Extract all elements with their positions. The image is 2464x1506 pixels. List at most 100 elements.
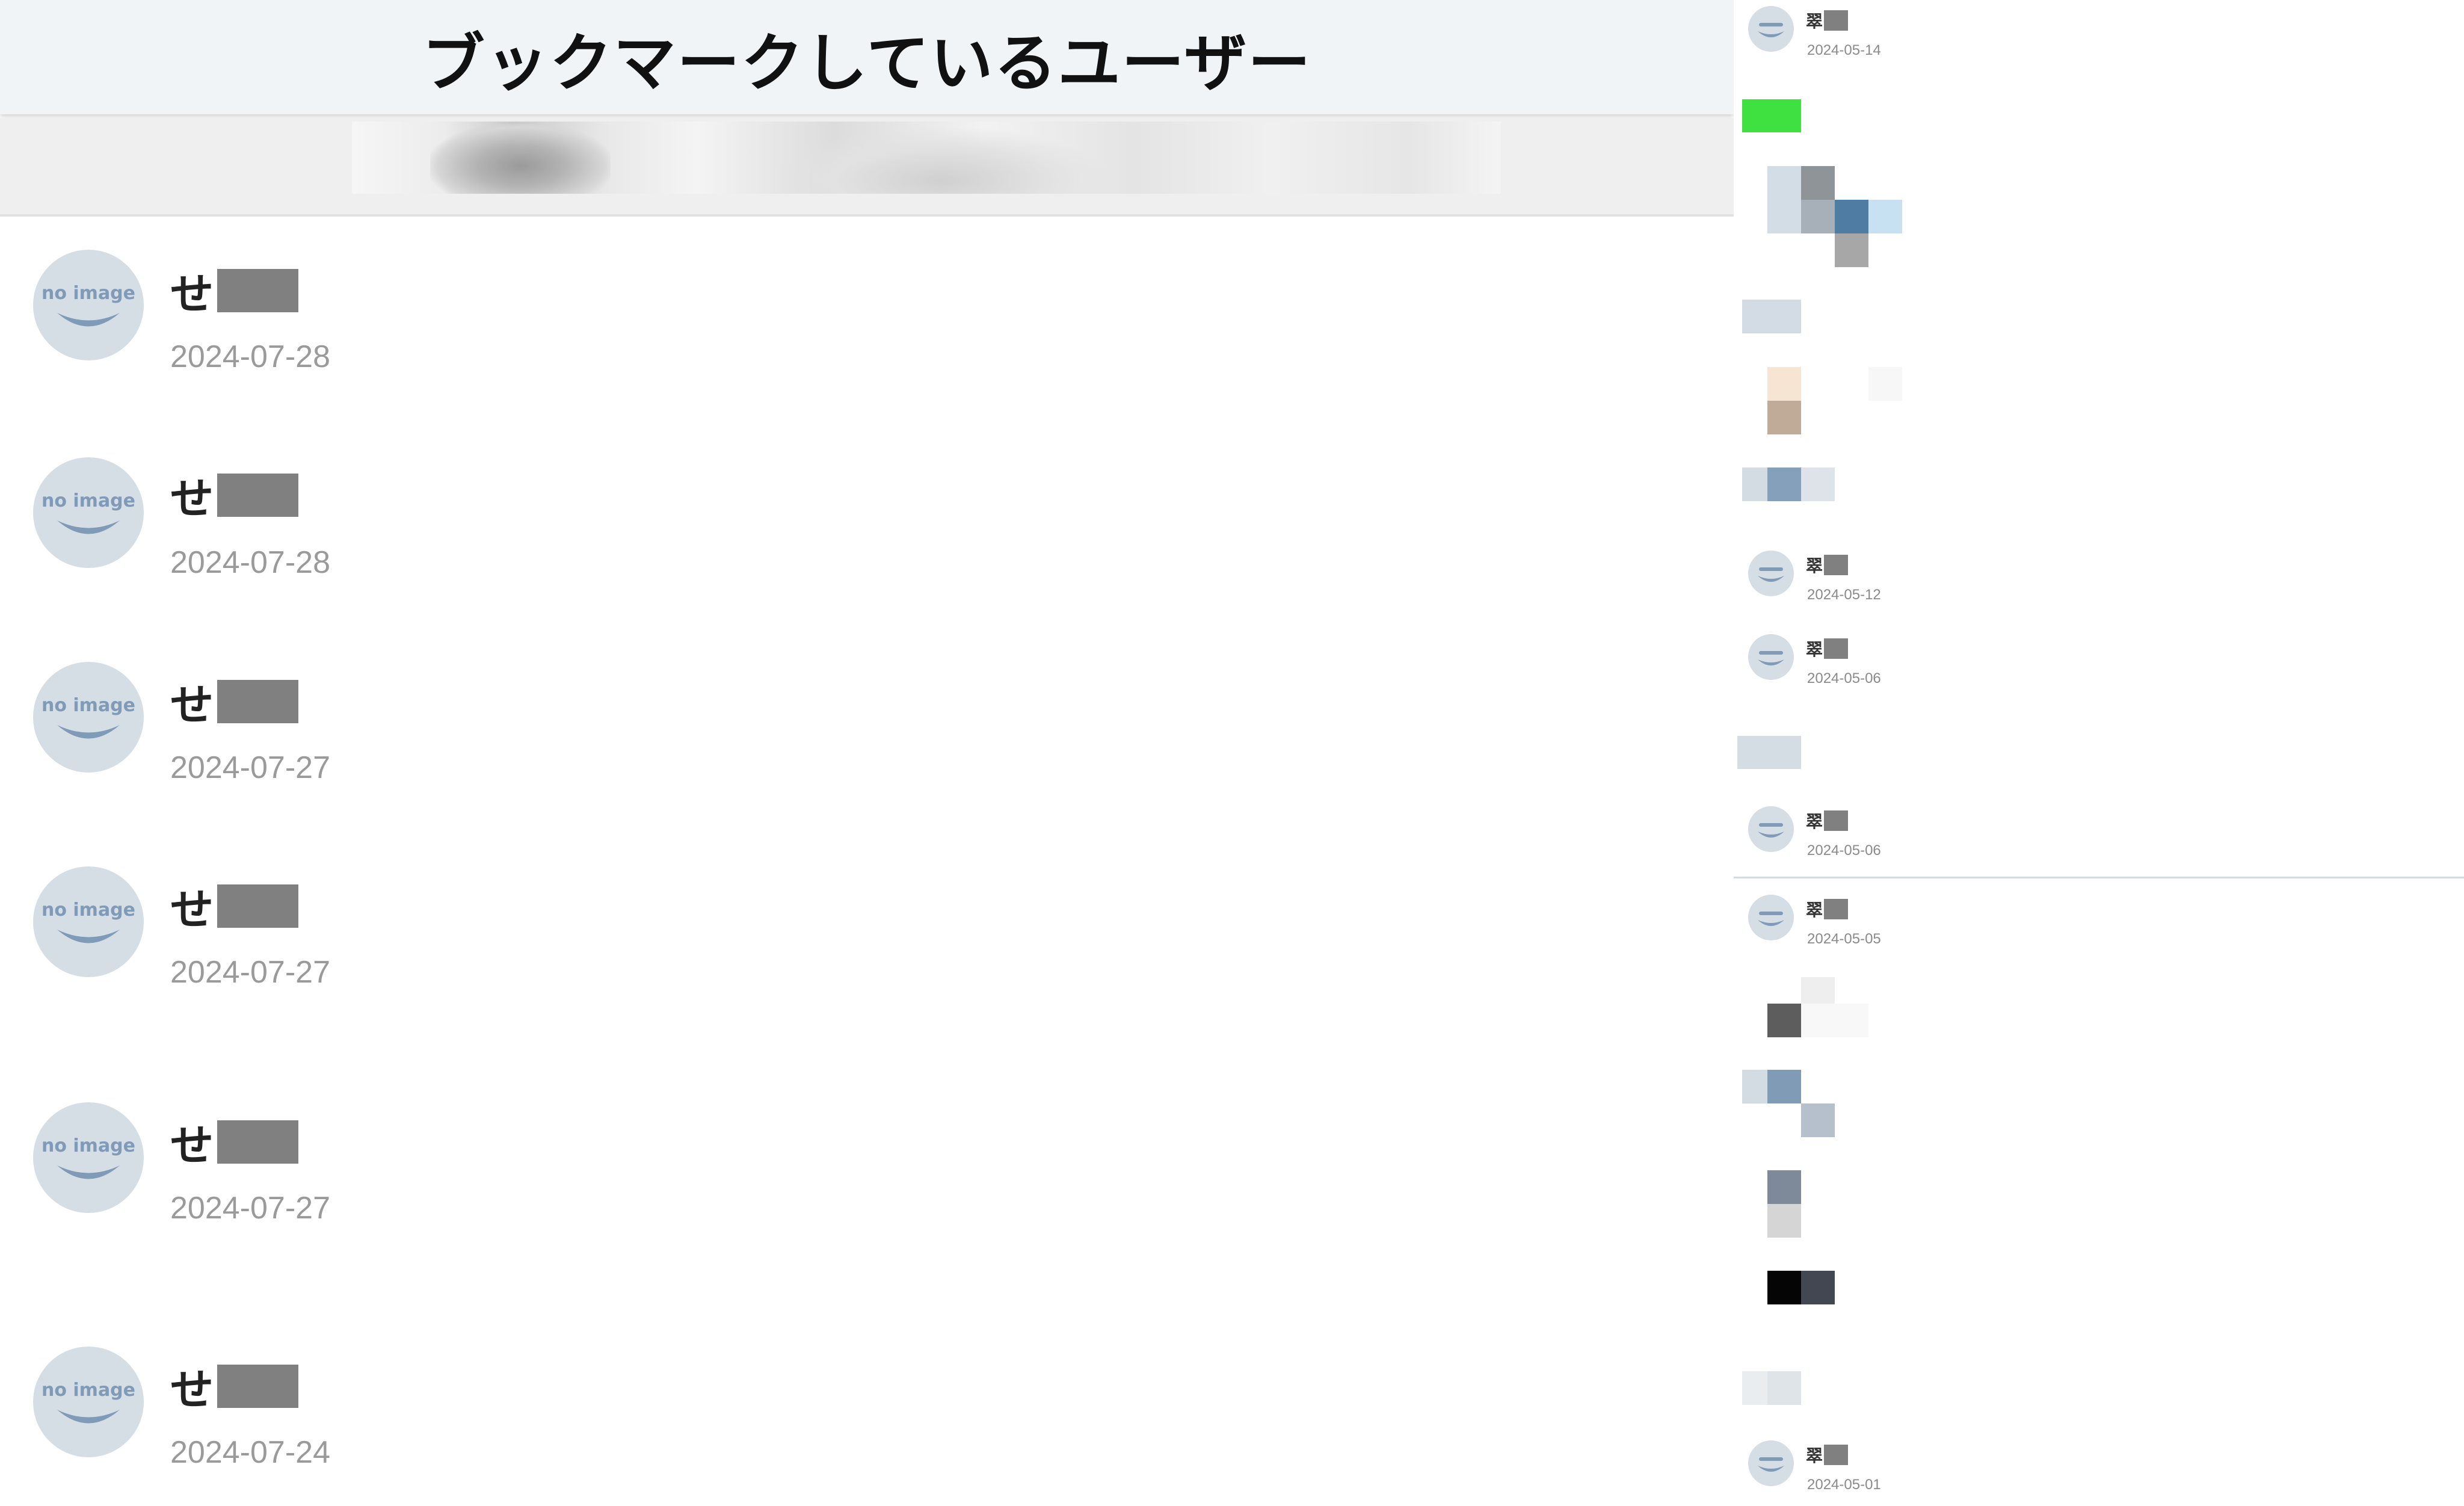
sidebar-user-item[interactable]: 翠 2024-05-06 [1734, 628, 2464, 694]
user-name-text: せ [170, 884, 214, 935]
user-name-text: せ [170, 1365, 214, 1415]
sidebar-user-item[interactable]: 翠 2024-05-06 [1734, 800, 2464, 866]
sidebar-user-name[interactable]: 翠 [1806, 1443, 1849, 1467]
no-image-avatar-icon: no image [42, 695, 135, 739]
no-image-avatar-icon [1758, 651, 1784, 665]
redacted-block [217, 1364, 299, 1408]
sidebar-user-name[interactable]: 翠 [1806, 897, 1849, 921]
bookmark-date: 2024-07-27 [170, 955, 330, 990]
pixel-block [1767, 367, 1801, 401]
sidebar-user-name[interactable]: 翠 [1806, 8, 1849, 32]
user-name-text: せ [170, 269, 214, 319]
user-name[interactable]: せ [170, 670, 299, 733]
no-image-avatar-icon [1758, 912, 1784, 926]
sidebar-user-item[interactable]: 翠 2024-05-12 [1734, 545, 2464, 611]
sidebar-user-avatar[interactable] [1748, 634, 1794, 680]
sidebar-bookmark-date: 2024-05-05 [1807, 931, 1881, 947]
pixel-block [1767, 401, 1801, 434]
no-image-avatar-icon: no image [42, 490, 135, 534]
redacted-block [217, 679, 299, 723]
redacted-block [1824, 1445, 1849, 1465]
sidebar-user-name-text: 翠 [1806, 556, 1823, 576]
page-title: ブックマークしているユーザー [422, 26, 1312, 100]
pixel-block [1742, 468, 1767, 501]
avatar-placeholder-text: no image [42, 695, 135, 716]
pixel-block [1868, 200, 1902, 233]
user-avatar-no-image[interactable]: no image [33, 1347, 144, 1457]
avatar-placeholder-text: no image [42, 490, 135, 511]
sidebar-bookmark-date: 2024-05-12 [1807, 587, 1881, 603]
pixel-block [1767, 1004, 1801, 1037]
redacted-block [1824, 555, 1849, 575]
sidebar-user-name-text: 翠 [1806, 11, 1823, 31]
redacted-block [217, 1120, 299, 1164]
sidebar-user-avatar[interactable] [1748, 895, 1794, 940]
bookmark-date: 2024-07-24 [170, 1435, 330, 1470]
sidebar-user-avatar[interactable] [1748, 1440, 1794, 1486]
user-list-item[interactable]: no image せ 2024-07-27 [0, 1080, 1734, 1226]
user-avatar-no-image[interactable]: no image [33, 1102, 144, 1213]
user-list-item[interactable]: no image せ 2024-07-24 [0, 1324, 1734, 1470]
sidebar-user-avatar[interactable] [1748, 551, 1794, 596]
redacted-block [1824, 899, 1849, 919]
banner-strip [0, 118, 1734, 217]
sidebar-user-name[interactable]: 翠 [1806, 809, 1849, 833]
user-name[interactable]: せ [170, 259, 299, 322]
user-avatar-no-image[interactable]: no image [33, 662, 144, 773]
pixel-block [1835, 200, 1868, 233]
user-list-item[interactable]: no image せ 2024-07-27 [0, 844, 1734, 990]
user-list-item[interactable]: no image せ 2024-07-28 [0, 433, 1734, 580]
banner-tree-shape [430, 124, 611, 194]
pixel-block [1801, 1103, 1835, 1137]
bookmark-users-panel: ブックマークしているユーザー no image せ 2024-07-28 no … [0, 0, 1734, 1506]
no-image-avatar-icon [1758, 567, 1784, 582]
sidebar-divider [1734, 877, 2464, 878]
sidebar-bookmark-date: 2024-05-06 [1807, 842, 1881, 859]
bookmark-date: 2024-07-27 [170, 1191, 330, 1226]
sidebar-user-name[interactable]: 翠 [1806, 637, 1849, 661]
user-avatar-no-image[interactable]: no image [33, 250, 144, 360]
user-avatar-no-image[interactable]: no image [33, 866, 144, 977]
no-image-avatar-icon: no image [42, 900, 135, 943]
pixel-block [1801, 468, 1835, 501]
sidebar-user-item[interactable]: 翠 2024-05-05 [1734, 889, 2464, 955]
pixel-block [1767, 1271, 1801, 1304]
pixel-block [1737, 736, 1801, 769]
pixel-block [1767, 1204, 1801, 1238]
bookmark-date: 2024-07-27 [170, 750, 330, 785]
pixel-block [1767, 468, 1801, 501]
sidebar-bookmark-date: 2024-05-06 [1807, 670, 1881, 687]
redacted-block [217, 473, 299, 517]
pixel-block [1801, 1271, 1835, 1304]
pixel-block [1801, 166, 1835, 200]
banner-image [352, 122, 1501, 194]
sidebar-user-avatar[interactable] [1748, 806, 1794, 852]
redacted-block [217, 268, 299, 312]
sidebar-user-avatar[interactable] [1748, 6, 1794, 52]
user-name[interactable]: せ [170, 874, 299, 937]
sidebar-user-item[interactable]: 翠 2024-05-14 [1734, 0, 2464, 66]
sidebar-user-name-text: 翠 [1806, 812, 1823, 832]
no-image-avatar-icon: no image [42, 283, 135, 327]
user-list-item[interactable]: no image せ 2024-07-27 [0, 640, 1734, 785]
user-name[interactable]: せ [170, 1354, 299, 1418]
user-avatar-no-image[interactable]: no image [33, 457, 144, 568]
no-image-avatar-icon [1758, 1457, 1784, 1472]
user-name[interactable]: せ [170, 463, 299, 526]
user-name-text: せ [170, 680, 214, 730]
pixel-block [1801, 200, 1835, 233]
no-image-avatar-icon [1758, 23, 1784, 37]
no-image-avatar-icon [1758, 823, 1784, 838]
sidebar-user-name[interactable]: 翠 [1806, 553, 1849, 577]
user-name[interactable]: せ [170, 1110, 299, 1173]
bookmark-date: 2024-07-28 [170, 545, 330, 580]
banner-hill-shape [773, 128, 1110, 194]
sidebar-user-item[interactable]: 翠 2024-05-01 [1734, 1434, 2464, 1501]
user-list-item[interactable]: no image せ 2024-07-28 [0, 229, 1734, 374]
no-image-avatar-icon: no image [42, 1135, 135, 1179]
redacted-block [217, 884, 299, 928]
sidebar-bookmark-date: 2024-05-14 [1807, 42, 1881, 58]
pixel-block [1742, 1371, 1767, 1405]
user-name-text: せ [170, 474, 214, 524]
pixel-block [1801, 977, 1835, 1004]
